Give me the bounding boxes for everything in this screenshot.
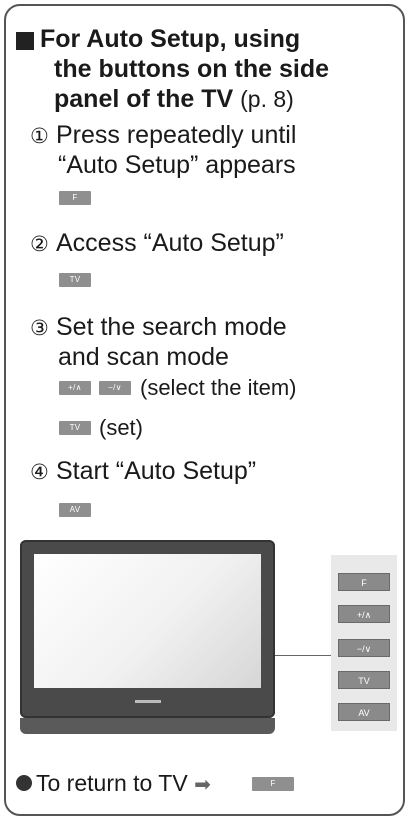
- tv-base: [20, 718, 275, 734]
- step-2: ② Access “Auto Setup”: [30, 228, 284, 260]
- minus-button: −/∨: [99, 381, 131, 395]
- step-text: Start “Auto Setup”: [56, 457, 257, 485]
- side-panel: F +/∧ −/∨ TV AV: [331, 555, 397, 731]
- step-3-continued: and scan mode: [58, 343, 229, 371]
- set-note: (set): [99, 415, 143, 440]
- step-1-continued: “Auto Setup” appears: [58, 151, 296, 179]
- tv-illustration: [20, 540, 275, 740]
- f-button: F: [252, 777, 294, 791]
- step-3: ③ Set the search mode: [30, 312, 287, 344]
- connector-line: [275, 655, 331, 656]
- panel-f-button: F: [338, 573, 390, 591]
- f-button: F: [59, 191, 91, 205]
- bullet-icon: [16, 774, 32, 791]
- tv-screen: [34, 554, 261, 688]
- heading-line-1: For Auto Setup, using: [40, 25, 301, 53]
- step-4: ④ Start “Auto Setup”: [30, 456, 256, 488]
- step-number: ④: [30, 461, 49, 484]
- black-square-icon: [16, 32, 34, 50]
- tv-button: TV: [59, 421, 91, 435]
- return-text: To return to TV: [36, 770, 188, 796]
- tv-button: TV: [59, 273, 91, 287]
- plus-button: +/∧: [59, 381, 91, 395]
- step-number: ③: [30, 317, 49, 340]
- panel-plus-button: +/∧: [338, 605, 390, 623]
- heading-line-3: panel of the TV (p. 8): [54, 85, 294, 113]
- tv-logo: [135, 700, 161, 703]
- step-text: Press repeatedly until: [56, 121, 297, 149]
- panel-minus-button: −/∨: [338, 639, 390, 657]
- heading-line-2: the buttons on the side: [54, 55, 329, 83]
- step-text: Set the search mode: [56, 313, 287, 341]
- step-number: ①: [30, 125, 49, 148]
- return-note: To return to TV ➡: [16, 770, 211, 798]
- step-text: Access “Auto Setup”: [56, 229, 284, 257]
- page-reference: (p. 8): [240, 86, 294, 112]
- panel-av-button: AV: [338, 703, 390, 721]
- panel-tv-button: TV: [338, 671, 390, 689]
- select-note: (select the item): [140, 375, 297, 400]
- av-button: AV: [59, 503, 91, 517]
- step-number: ②: [30, 233, 49, 256]
- step-1: ① Press repeatedly until: [30, 120, 296, 152]
- arrow-right-icon: ➡: [194, 774, 211, 796]
